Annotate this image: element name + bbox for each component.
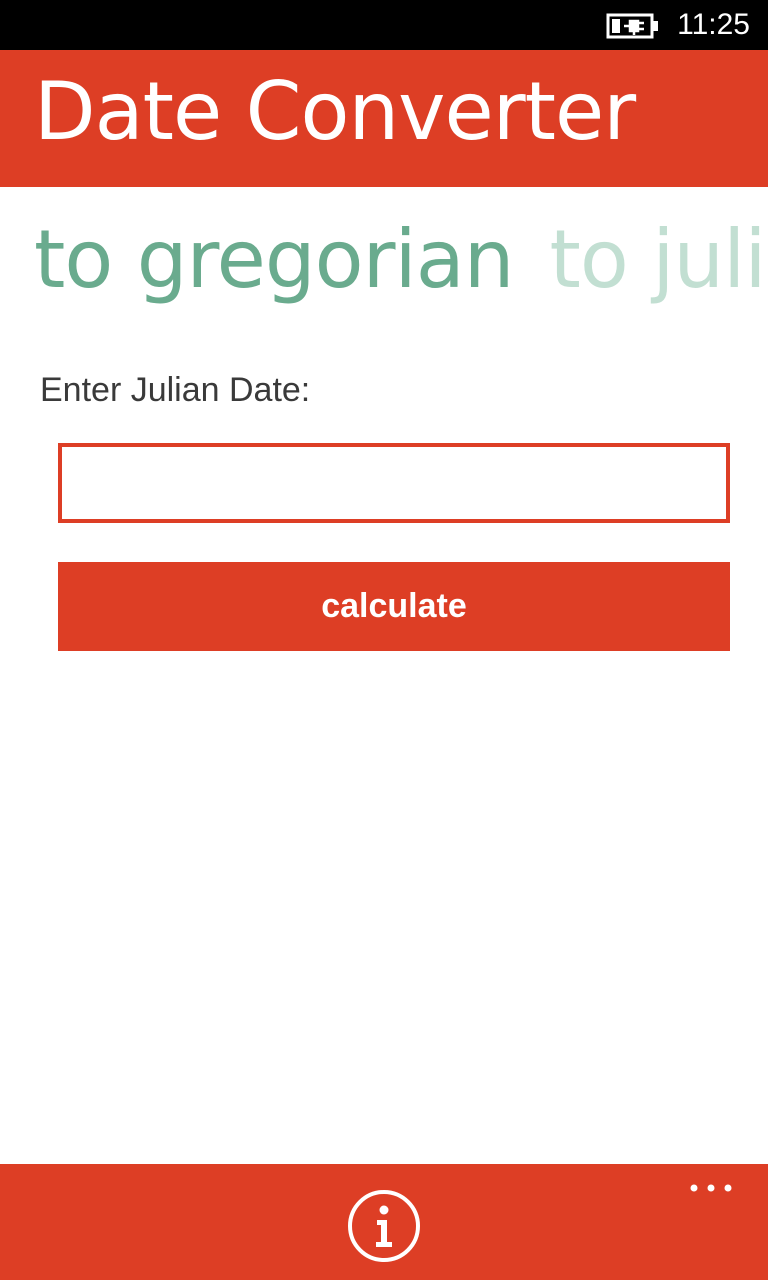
- status-bar: 11:25: [0, 0, 768, 50]
- app-title: Date Converter: [34, 65, 636, 158]
- calculate-button[interactable]: calculate: [58, 562, 730, 651]
- battery-charging-icon: [606, 13, 658, 39]
- julian-date-label: Enter Julian Date:: [40, 371, 311, 409]
- tab-to-julian[interactable]: to julian: [549, 210, 768, 310]
- more-ellipsis-icon[interactable]: [680, 1172, 740, 1206]
- info-icon[interactable]: [346, 1188, 422, 1264]
- julian-date-input[interactable]: [58, 443, 730, 523]
- clock: 11:25: [677, 8, 750, 41]
- pivot-header: to gregorian to julian: [34, 210, 768, 320]
- tab-to-gregorian[interactable]: to gregorian: [34, 210, 514, 310]
